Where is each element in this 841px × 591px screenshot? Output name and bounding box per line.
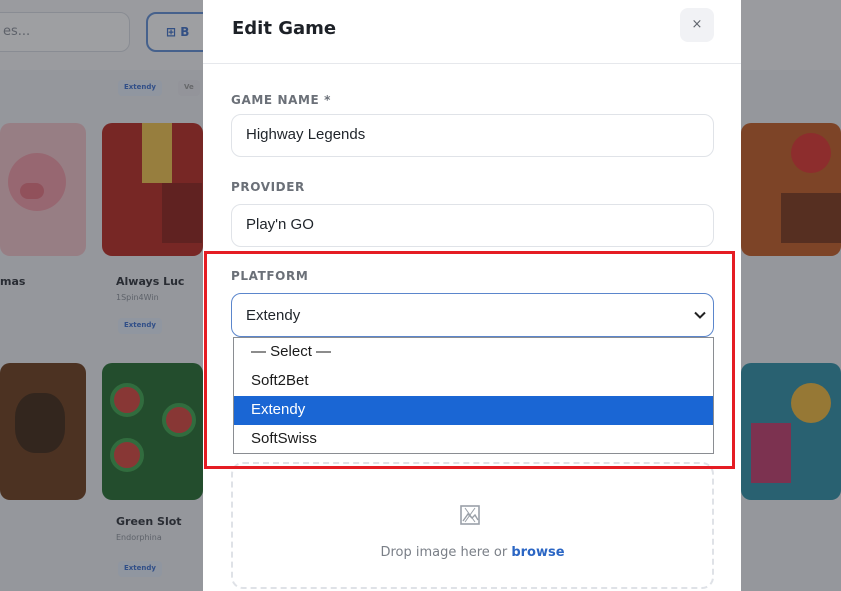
provider-label: PROVIDER (231, 180, 305, 194)
close-icon: × (691, 17, 703, 32)
dropzone-instructions: Drop image here or (380, 545, 512, 560)
game-name-label: GAME NAME * (231, 93, 331, 107)
image-icon (460, 505, 480, 525)
provider-input[interactable]: Play'n GO (231, 204, 714, 247)
modal-title: Edit Game (232, 18, 337, 39)
image-dropzone[interactable]: Drop image here or browse (231, 462, 714, 589)
modal-header: Edit Game × (203, 0, 741, 64)
game-name-input[interactable]: Highway Legends (231, 114, 714, 157)
dropzone-text: Drop image here or browse (233, 545, 712, 560)
highlight-box (204, 251, 735, 469)
close-button[interactable]: × (680, 8, 714, 42)
browse-link[interactable]: browse (511, 545, 564, 560)
